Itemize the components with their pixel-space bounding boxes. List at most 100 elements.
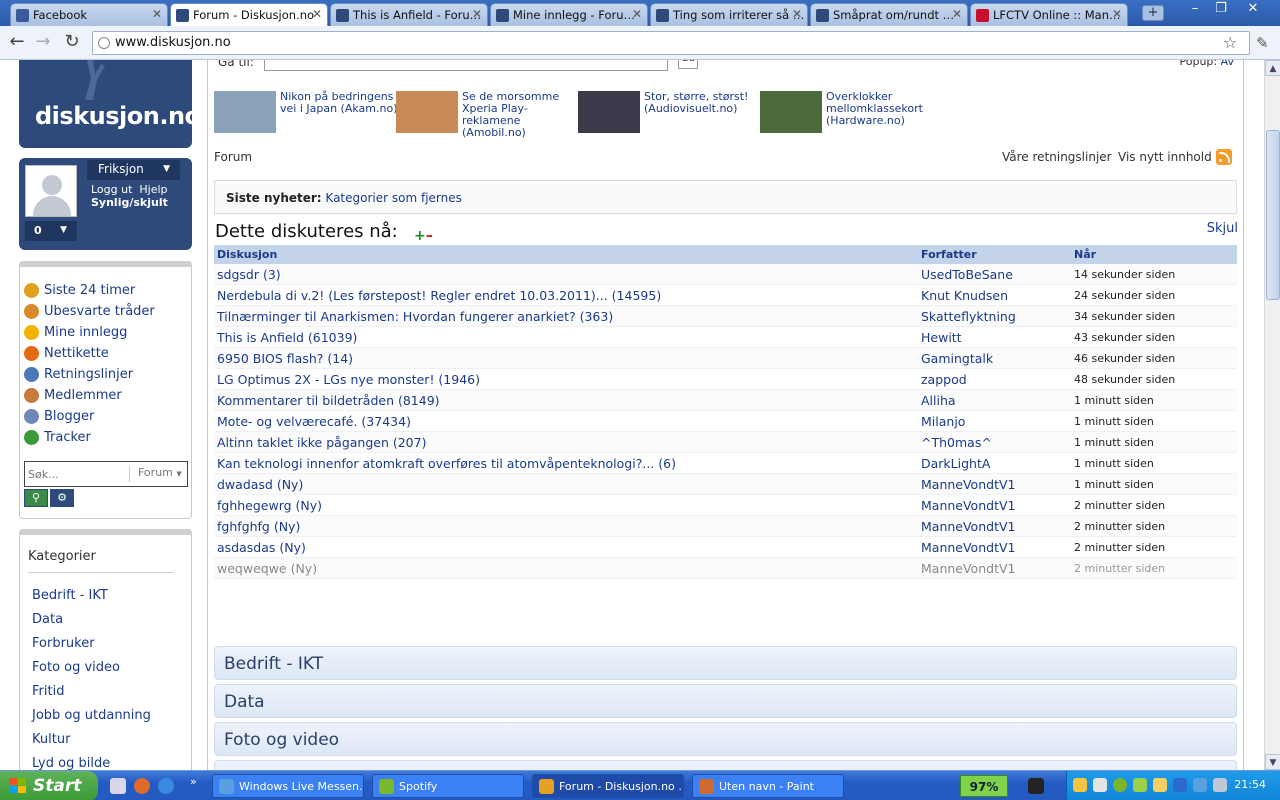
category-section[interactable]: Data (214, 684, 1237, 718)
avatar[interactable] (25, 165, 77, 217)
category-link[interactable]: Foto og video (32, 660, 120, 675)
discussion-link[interactable]: fghfghfg (Ny) (217, 519, 300, 534)
promo-item[interactable]: Se de morsomme Xperia Play-reklamene (Am… (396, 91, 576, 139)
tray-app-icon[interactable] (1133, 778, 1147, 792)
tray-monitor-icon[interactable] (1173, 778, 1187, 792)
promo-item[interactable]: Nikon på bedringens vei i Japan (Akam.no… (214, 91, 398, 137)
scroll-down-icon[interactable]: ▼ (1265, 754, 1280, 770)
author-link[interactable]: ManneVondtV1 (921, 498, 1015, 513)
discussion-link[interactable]: Nerdebula di v.2! (Les førstepost! Regle… (217, 288, 661, 303)
category-link[interactable]: Fritid (32, 684, 64, 699)
tab-5[interactable]: Ting som irriterer så … ✕ (650, 3, 808, 26)
author-link[interactable]: Knut Knudsen (921, 288, 1008, 303)
popup-value[interactable]: Av (1221, 60, 1234, 68)
news-link[interactable]: Kategorier som fjernes (325, 191, 461, 205)
spotify-tray-icon[interactable] (1113, 778, 1127, 792)
visibility-toggle[interactable]: Synlig/skjult (91, 196, 168, 209)
author-link[interactable]: DarkLightA (921, 456, 990, 471)
maximize-button[interactable]: ❐ (1208, 0, 1234, 18)
category-section[interactable]: Foto og video (214, 722, 1237, 756)
network-icon[interactable] (1073, 778, 1087, 792)
discussion-link[interactable]: Altinn taklet ikke pågangen (207) (217, 435, 426, 450)
quicklaunch-ie-icon[interactable] (158, 778, 174, 794)
minus-icon[interactable]: – (426, 228, 433, 244)
reputation-dropdown[interactable]: 0 ▼ (25, 221, 77, 241)
discussion-link[interactable]: Kan teknologi innenfor atomkraft overfør… (217, 456, 676, 471)
goto-button[interactable]: Gå (678, 60, 698, 69)
scroll-thumb[interactable] (1266, 130, 1280, 300)
search-scope-select[interactable]: Forum ▼ (129, 466, 187, 482)
back-icon[interactable]: ← (6, 32, 28, 54)
column-header-when[interactable]: Når (1074, 248, 1096, 261)
author-link[interactable]: zappod (921, 372, 967, 387)
discussion-link[interactable]: Kommentarer til bildetråden (8149) (217, 393, 440, 408)
author-link[interactable]: UsedToBeSane (921, 267, 1013, 282)
tab-6[interactable]: Småprat om/rundt … ✕ (810, 3, 968, 26)
tab-4[interactable]: Mine innlegg - Foru… ✕ (490, 3, 648, 26)
discussion-link[interactable]: 6950 BIOS flash? (14) (217, 351, 353, 366)
new-tab-button[interactable]: + (1142, 5, 1164, 21)
author-link[interactable]: Gamingtalk (921, 351, 993, 366)
author-link[interactable]: ^Th0mas^ (921, 435, 992, 450)
taskbar-item[interactable]: Spotify (372, 774, 524, 798)
volume-icon[interactable] (1213, 778, 1227, 792)
category-section[interactable]: Bedrift - IKT (214, 646, 1237, 680)
discussion-link[interactable]: Tilnærminger til Anarkismen: Hvordan fun… (217, 309, 613, 324)
taskbar-item[interactable]: Uten navn - Paint (692, 774, 844, 798)
author-link[interactable]: ManneVondtV1 (921, 561, 1015, 576)
discussion-link[interactable]: asdasdas (Ny) (217, 540, 306, 555)
close-icon[interactable]: ✕ (152, 7, 162, 21)
search-button[interactable]: ⚲ (24, 489, 48, 507)
address-bar[interactable]: www.diskusjon.no (92, 31, 1250, 55)
plus-icon[interactable]: + (414, 228, 426, 244)
guidelines-link[interactable]: Våre retningslinjer (1002, 150, 1112, 164)
breadcrumb[interactable]: Forum (214, 150, 252, 164)
hide-link[interactable]: Skjul (1207, 221, 1238, 236)
author-link[interactable]: ManneVondtV1 (921, 540, 1015, 555)
close-icon[interactable]: ✕ (792, 7, 802, 21)
close-icon[interactable]: ✕ (632, 7, 642, 21)
site-logo[interactable]: diskusjon.no (19, 60, 201, 148)
author-link[interactable]: ManneVondtV1 (921, 519, 1015, 534)
category-link[interactable]: Kultur (32, 732, 70, 747)
taskbar-item[interactable]: Forum - Diskusjon.no … (532, 774, 684, 798)
category-link[interactable]: Bedrift - IKT (32, 588, 108, 603)
close-icon[interactable]: ✕ (472, 7, 482, 21)
author-link[interactable]: Skatteflyktning (921, 309, 1016, 324)
close-icon[interactable]: ✕ (312, 7, 322, 21)
discussion-link[interactable]: sdgsdr (3) (217, 267, 281, 282)
tray-pen-icon[interactable] (1153, 778, 1167, 792)
quicklaunch-more-icon[interactable]: » (190, 775, 197, 788)
clock[interactable]: 21:54 (1234, 778, 1266, 791)
scroll-up-icon[interactable]: ▲ (1265, 60, 1280, 76)
discussion-link[interactable]: This is Anfield (61039) (217, 330, 357, 345)
minimize-button[interactable]: – (1182, 0, 1208, 18)
power-plug-icon[interactable] (1028, 778, 1044, 794)
tab-2[interactable]: Forum - Diskusjon.no ✕ (170, 3, 328, 27)
wrench-icon[interactable]: ✎ (1256, 34, 1269, 52)
quicklaunch-chrome-icon[interactable] (134, 778, 150, 794)
tab-3[interactable]: This is Anfield - Foru… ✕ (330, 3, 488, 26)
search-input[interactable] (28, 466, 126, 482)
discussion-link[interactable]: weqweqwe (Ny) (217, 561, 317, 576)
battery-indicator[interactable]: 97% (960, 775, 1008, 797)
category-link[interactable]: Forbruker (32, 636, 95, 651)
promo-item[interactable]: Overklokker mellomklassekort (Hardware.n… (760, 91, 940, 137)
start-button[interactable]: Start (0, 771, 98, 800)
reload-icon[interactable]: ↻ (61, 32, 83, 54)
forward-icon[interactable]: → (32, 32, 54, 54)
discussion-link[interactable]: Mote- og velværecafé. (37434) (217, 414, 411, 429)
author-link[interactable]: ManneVondtV1 (921, 477, 1015, 492)
tray-messenger-icon[interactable] (1193, 778, 1207, 792)
category-section[interactable]: Forbruker (214, 760, 1237, 770)
discussion-link[interactable]: LG Optimus 2X - LGs nye monster! (1946) (217, 372, 480, 387)
author-link[interactable]: Hewitt (921, 330, 962, 345)
vertical-scrollbar[interactable]: ▲ ▼ (1264, 60, 1280, 770)
discussion-link[interactable]: fghhegewrg (Ny) (217, 498, 322, 513)
column-header-author[interactable]: Forfatter (921, 248, 977, 261)
promo-item[interactable]: Stor, større, størst! (Audiovisuelt.no) (578, 91, 758, 137)
logout-help-links[interactable]: Logg ut Hjelp (91, 183, 168, 196)
tab-1[interactable]: Facebook ✕ (10, 3, 168, 26)
rss-icon[interactable] (1216, 149, 1232, 165)
search-settings-button[interactable]: ⚙ (50, 489, 74, 507)
